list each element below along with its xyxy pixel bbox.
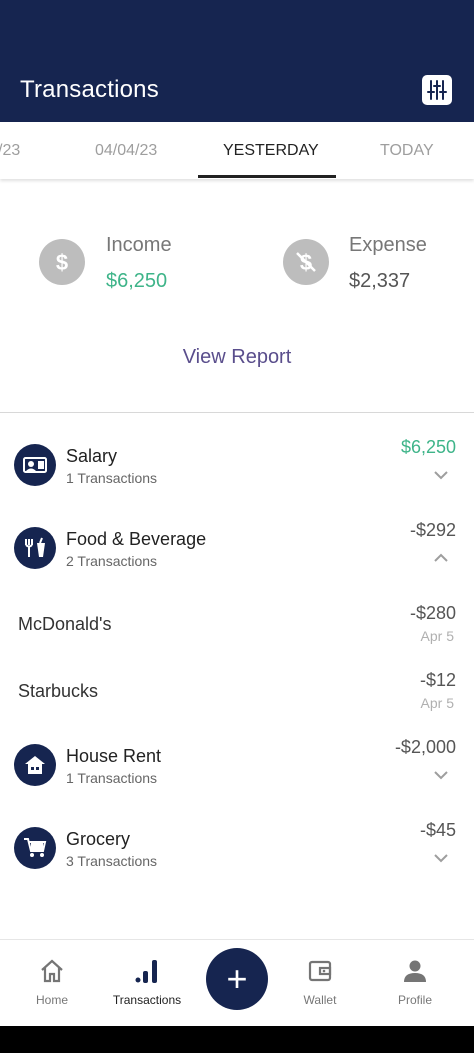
category-amount: -$45 bbox=[419, 820, 456, 840]
person-icon bbox=[404, 960, 426, 982]
food-icon bbox=[14, 527, 56, 569]
category-count: 3 Transactions bbox=[66, 853, 158, 869]
app-header: Transactions bbox=[0, 0, 474, 122]
svg-text:$: $ bbox=[56, 250, 68, 275]
add-transaction-button[interactable]: + bbox=[206, 948, 268, 1010]
chevron-up-icon[interactable] bbox=[433, 553, 449, 563]
transaction-name: McDonald's bbox=[18, 614, 112, 634]
tab-today[interactable]: TODAY bbox=[380, 142, 434, 160]
house-icon bbox=[14, 744, 56, 786]
nav-wallet[interactable]: Wallet bbox=[273, 940, 367, 1027]
chevron-down-icon[interactable] bbox=[433, 770, 449, 780]
tab-04-04-23[interactable]: 04/04/23 bbox=[95, 142, 157, 160]
expense-label: Expense bbox=[349, 234, 427, 256]
chevron-down-icon[interactable] bbox=[433, 853, 449, 863]
divider bbox=[0, 412, 474, 413]
filter-button[interactable] bbox=[422, 75, 452, 105]
category-amount: -$292 bbox=[409, 520, 456, 540]
salary-icon bbox=[14, 444, 56, 486]
category-name: House Rent bbox=[66, 746, 162, 766]
dollar-icon: $ bbox=[39, 239, 85, 285]
category-amount: $6,250 bbox=[400, 437, 456, 457]
nav-home[interactable]: Home bbox=[5, 940, 99, 1027]
nav-transactions[interactable]: Transactions bbox=[100, 940, 194, 1027]
tab-yesterday[interactable]: YESTERDAY bbox=[223, 142, 319, 160]
sliders-icon bbox=[427, 80, 447, 100]
transaction-amount: -$12 bbox=[419, 670, 456, 690]
view-report-link[interactable]: View Report bbox=[0, 346, 474, 369]
dollar-crossed-icon: $ bbox=[283, 239, 329, 285]
nav-label: Profile bbox=[397, 993, 432, 1007]
category-name: Grocery bbox=[66, 829, 131, 849]
page-title: Transactions bbox=[20, 76, 159, 103]
transaction-date: Apr 5 bbox=[420, 695, 454, 711]
nav-label: Wallet bbox=[303, 993, 337, 1007]
nav-label: Home bbox=[35, 993, 68, 1007]
transaction-amount: -$280 bbox=[409, 603, 456, 623]
cart-icon bbox=[14, 827, 56, 869]
income-value: $6,250 bbox=[106, 270, 168, 292]
home-icon bbox=[41, 959, 63, 983]
transaction-date: Apr 5 bbox=[420, 628, 454, 644]
bar-chart-icon bbox=[135, 960, 157, 983]
transaction-name: Starbucks bbox=[18, 681, 99, 701]
category-count: 2 Transactions bbox=[66, 553, 158, 569]
nav-label: Transactions bbox=[112, 993, 182, 1007]
active-tab-indicator bbox=[198, 175, 336, 178]
category-name: Food & Beverage bbox=[66, 529, 207, 549]
nav-profile[interactable]: Profile bbox=[368, 940, 462, 1027]
expense-value: $2,337 bbox=[349, 270, 411, 292]
system-navigation-bar bbox=[0, 1026, 474, 1053]
category-amount: -$2,000 bbox=[394, 737, 456, 757]
wallet-icon bbox=[308, 960, 332, 982]
category-name: Salary bbox=[66, 446, 118, 466]
chevron-down-icon[interactable] bbox=[433, 470, 449, 480]
tab-previous[interactable]: /23 bbox=[0, 142, 20, 160]
date-tabs: /23 04/04/23 YESTERDAY TODAY bbox=[0, 122, 474, 179]
income-label: Income bbox=[106, 234, 172, 256]
category-count: 1 Transactions bbox=[66, 770, 158, 786]
category-count: 1 Transactions bbox=[66, 470, 158, 486]
